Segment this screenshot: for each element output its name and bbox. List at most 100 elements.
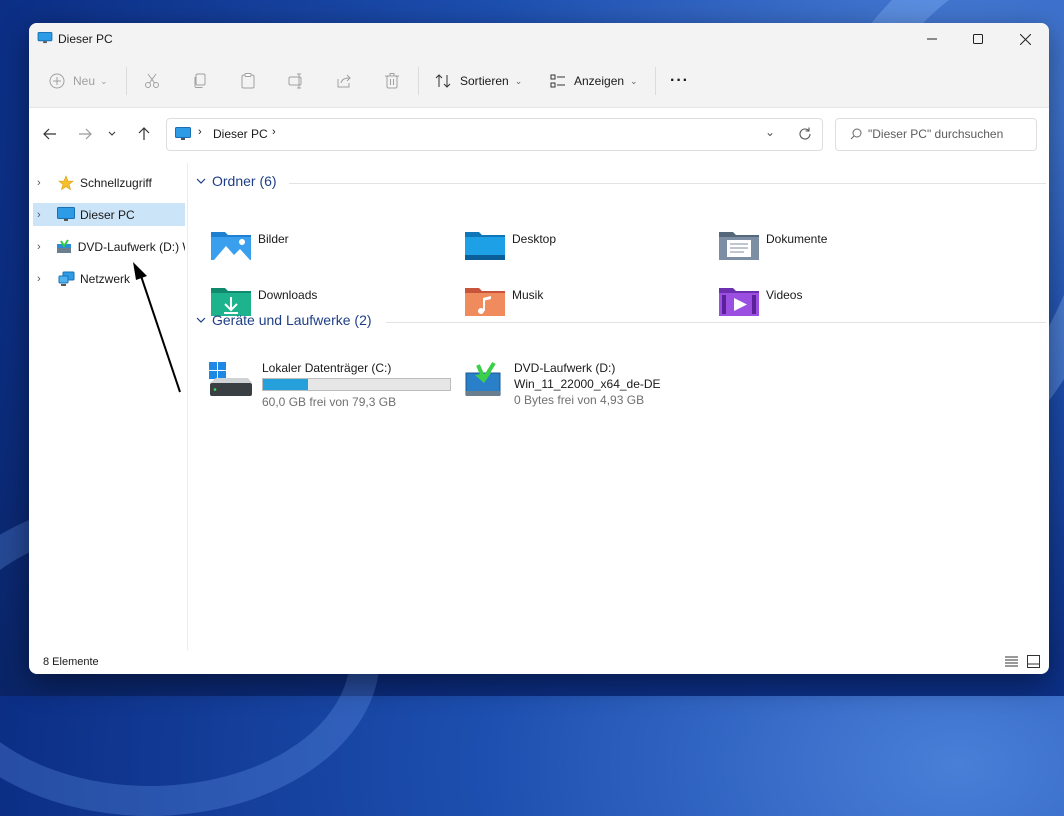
breadcrumb-dieser-pc[interactable]: Dieser PC <box>213 127 268 141</box>
folder-label: Dokumente <box>766 232 828 246</box>
chevron-right-icon[interactable]: › <box>37 241 48 253</box>
dvd-drive-icon <box>56 238 73 255</box>
chevron-right-icon[interactable]: › <box>272 126 276 138</box>
drive-usage-bar <box>262 378 451 391</box>
folder-desktop[interactable]: Desktop <box>464 227 556 261</box>
scissors-icon <box>145 73 159 88</box>
chevron-right-icon[interactable]: › <box>37 177 49 189</box>
star-icon <box>57 174 75 191</box>
folder-bilder[interactable]: Bilder <box>210 227 289 261</box>
chevron-down-icon: ⌄ <box>630 75 638 86</box>
rename-icon <box>288 73 302 89</box>
window-title: Dieser PC <box>58 32 113 46</box>
minimize-button[interactable] <box>909 23 955 55</box>
address-bar[interactable]: › Dieser PC › ⌄ <box>166 118 823 151</box>
drive-free-space: 60,0 GB frei von 79,3 GB <box>262 395 397 409</box>
sort-button[interactable]: Sortieren ⌄ <box>435 55 522 107</box>
chevron-down-icon: ⌄ <box>100 75 108 86</box>
chevron-down-icon <box>196 317 206 323</box>
drive-free-space: 0 Bytes frei von 4,93 GB <box>514 393 645 407</box>
status-bar: 8 Elemente <box>29 650 1049 674</box>
folder-label: Downloads <box>258 288 318 302</box>
sidebar-item-schnellzugriff[interactable]: › Schnellzugriff <box>33 171 185 194</box>
arrow-right-icon <box>79 128 92 140</box>
group-divider <box>386 322 1046 323</box>
up-button[interactable] <box>133 124 155 144</box>
folder-dokumente[interactable]: Dokumente <box>718 227 827 261</box>
search-input[interactable] <box>866 126 1035 142</box>
content-pane: Ordner (6) Bilder Desktop Dokumente Down… <box>188 163 1049 650</box>
forward-button[interactable] <box>74 124 96 144</box>
group-title: Ordner (6) <box>212 173 277 189</box>
pictures-folder-icon <box>211 232 251 260</box>
delete-button[interactable] <box>384 55 400 107</box>
refresh-icon[interactable] <box>798 127 811 140</box>
folder-label: Bilder <box>258 232 289 246</box>
documents-folder-icon <box>719 232 759 260</box>
new-label: Neu <box>73 74 96 88</box>
share-icon <box>337 74 351 88</box>
chevron-right-icon[interactable]: › <box>37 209 49 221</box>
close-icon <box>1019 33 1031 45</box>
command-bar: Neu ⌄ Sortieren ⌄ Anzeigen ⌄ ··· <box>29 55 1049 108</box>
drive-info: DVD-Laufwerk (D:) Win_11_22000_x64_de-DE… <box>514 361 661 407</box>
drive-info: Lokaler Datenträger (C:) 60,0 GB frei vo… <box>262 361 451 409</box>
cut-button[interactable] <box>144 55 160 107</box>
toolbar-divider <box>126 67 127 95</box>
drive-name: DVD-Laufwerk (D:) <box>514 361 616 375</box>
sidebar-item-label: Dieser PC <box>80 207 135 222</box>
folder-label: Videos <box>766 288 803 302</box>
sort-label: Sortieren <box>460 74 509 88</box>
desktop-folder-icon <box>465 232 505 260</box>
rename-button[interactable] <box>288 55 304 107</box>
maximize-button[interactable] <box>955 23 1001 55</box>
computer-icon <box>37 32 53 44</box>
drive-volume-label: Win_11_22000_x64_de-DE <box>514 377 661 391</box>
drive-c[interactable]: Lokaler Datenträger (C:) 60,0 GB frei vo… <box>208 361 451 409</box>
local-disk-icon <box>209 362 252 396</box>
item-count: 8 Elemente <box>43 656 99 668</box>
chevron-right-icon: › <box>198 126 202 138</box>
view-icon <box>550 74 565 88</box>
navigation-pane: › Schnellzugriff › Dieser PC › DVD-Laufw… <box>29 163 188 650</box>
group-title: Geräte und Laufwerke (2) <box>212 312 372 328</box>
group-header-ordner[interactable]: Ordner (6) <box>196 173 1046 189</box>
share-button[interactable] <box>336 55 352 107</box>
chevron-down-icon <box>196 178 206 184</box>
chevron-right-icon[interactable]: › <box>37 273 49 285</box>
copy-button[interactable] <box>192 55 208 107</box>
maximize-icon <box>973 34 983 44</box>
tiles-view-icon[interactable] <box>1027 655 1040 668</box>
view-button[interactable]: Anzeigen ⌄ <box>550 55 638 107</box>
chevron-down-icon: ⌄ <box>514 75 523 86</box>
sidebar-item-dieser-pc[interactable]: › Dieser PC <box>33 203 185 226</box>
drive-d[interactable]: DVD-Laufwerk (D:) Win_11_22000_x64_de-DE… <box>464 361 661 407</box>
group-header-geraete[interactable]: Geräte und Laufwerke (2) <box>196 312 1046 328</box>
search-icon <box>850 128 862 140</box>
toolbar-divider <box>655 67 656 95</box>
title-bar: Dieser PC <box>29 23 1049 55</box>
address-dropdown-icon[interactable]: ⌄ <box>765 125 775 139</box>
details-view-icon[interactable] <box>1005 656 1018 668</box>
recent-locations-button[interactable] <box>105 124 119 144</box>
dvd-drive-icon <box>465 361 501 396</box>
navigation-row: › Dieser PC › ⌄ <box>29 108 1049 160</box>
copy-icon <box>194 73 206 88</box>
new-button[interactable]: Neu ⌄ <box>49 55 108 107</box>
search-box[interactable] <box>835 118 1037 151</box>
sidebar-item-dvd-laufwerk[interactable]: › DVD-Laufwerk (D:) W <box>33 235 185 258</box>
group-divider <box>289 183 1046 184</box>
back-button[interactable] <box>39 124 61 144</box>
clipboard-icon <box>241 73 255 89</box>
sidebar-item-netzwerk[interactable]: › Netzwerk <box>33 267 185 290</box>
trash-icon <box>385 73 399 89</box>
computer-icon <box>175 127 191 140</box>
toolbar-divider <box>418 67 419 95</box>
close-button[interactable] <box>1002 23 1048 55</box>
file-explorer-window: Dieser PC Neu ⌄ Sortieren ⌄ Anzeigen ⌄ ·… <box>29 23 1049 674</box>
folder-label: Desktop <box>512 232 557 246</box>
chevron-down-icon <box>108 131 116 136</box>
network-icon <box>57 271 75 287</box>
more-options-button[interactable]: ··· <box>670 55 689 107</box>
paste-button[interactable] <box>240 55 256 107</box>
